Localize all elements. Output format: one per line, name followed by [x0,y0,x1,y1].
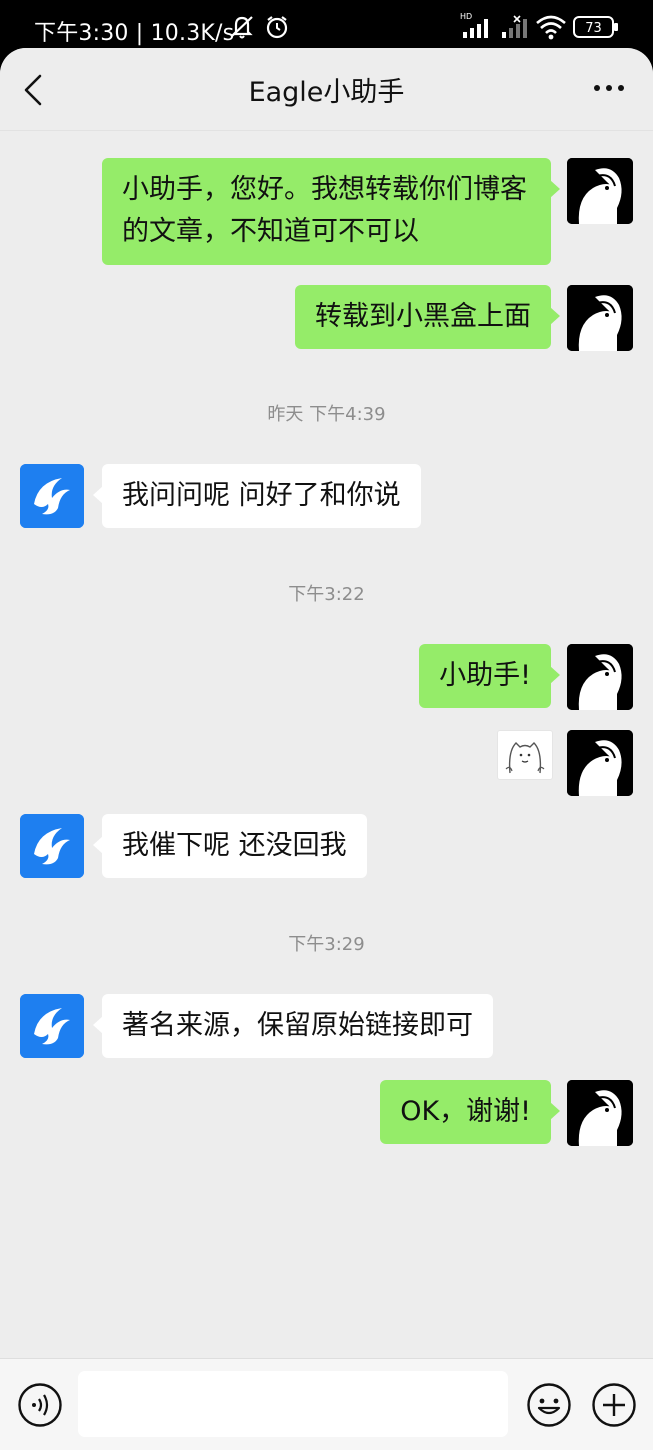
avatar[interactable] [20,814,84,878]
avatar[interactable] [567,730,633,796]
avatar[interactable] [567,285,633,351]
plus-icon [592,1383,636,1427]
sticker-message[interactable] [497,730,553,780]
message-text: 著名来源，保留原始链接即可 [122,1010,473,1041]
input-bar [0,1358,653,1450]
eagle-logo-icon [20,814,84,878]
status-bar: 下午3:30 | 10.3K/s HD 73 [0,0,653,50]
wifi-icon [535,14,567,44]
user-avatar-icon [567,730,633,796]
battery-icon: 73 [573,16,619,42]
mute-bell-icon [228,14,256,44]
message-list: 小助手，您好。我想转载你们博客 的文章，不知道可不可以 转载到小黑盒上面 昨天 … [0,130,653,1358]
cat-sticker-icon [505,742,545,774]
timestamp: 下午3:22 [288,584,365,605]
message-text: 转载到小黑盒上面 [315,301,531,332]
more-actions-button[interactable] [591,1382,637,1428]
user-avatar-icon [567,285,633,351]
smiley-icon [527,1383,571,1427]
eagle-logo-icon [20,994,84,1058]
signal-hd-icon: HD [460,10,496,46]
message-bubble-me[interactable]: 转载到小黑盒上面 [295,285,560,349]
avatar[interactable] [567,1080,633,1146]
battery-level: 73 [585,21,602,36]
avatar[interactable] [567,158,633,224]
message-text: 我催下呢 还没回我 [122,830,347,861]
message-text-line: 的文章，不知道可不可以 [122,216,419,247]
message-input[interactable] [78,1371,508,1437]
message-bubble-me[interactable]: 小助手! [419,644,560,708]
signal-weak-icon [500,12,530,46]
message-text-line: 小助手，您好。我想转载你们博客 [122,174,527,205]
user-avatar-icon [567,1080,633,1146]
avatar[interactable] [20,464,84,528]
chat-title: Eagle小助手 [248,77,405,108]
alarm-icon [264,14,290,44]
voice-icon [18,1383,62,1427]
message-bubble-me[interactable]: 小助手，您好。我想转载你们博客 的文章，不知道可不可以 [102,158,560,265]
user-avatar-icon [567,644,633,710]
message-bubble-them[interactable]: 著名来源，保留原始链接即可 [93,994,493,1058]
hd-label: HD [460,12,472,21]
more-button[interactable] [589,78,629,98]
chat-header: Eagle小助手 [0,48,653,131]
voice-button[interactable] [17,1382,63,1428]
avatar[interactable] [567,644,633,710]
message-text: OK，谢谢! [400,1096,531,1127]
timestamp: 昨天 下午4:39 [267,404,386,425]
message-text: 我问问呢 问好了和你说 [122,480,401,511]
timestamp: 下午3:29 [288,934,365,955]
more-dots-icon [594,85,624,91]
chat-window: Eagle小助手 小助手，您好。我想转载你们博客 的文章，不知道可不可以 转载到… [0,48,653,1450]
user-avatar-icon [567,158,633,224]
message-text: 小助手! [439,660,531,691]
emoji-button[interactable] [526,1382,572,1428]
message-bubble-me[interactable]: OK，谢谢! [380,1080,560,1144]
eagle-logo-icon [20,464,84,528]
message-bubble-them[interactable]: 我催下呢 还没回我 [93,814,367,878]
message-bubble-them[interactable]: 我问问呢 问好了和你说 [93,464,421,528]
avatar[interactable] [20,994,84,1058]
status-time-speed: 下午3:30 | 10.3K/s [34,21,235,46]
